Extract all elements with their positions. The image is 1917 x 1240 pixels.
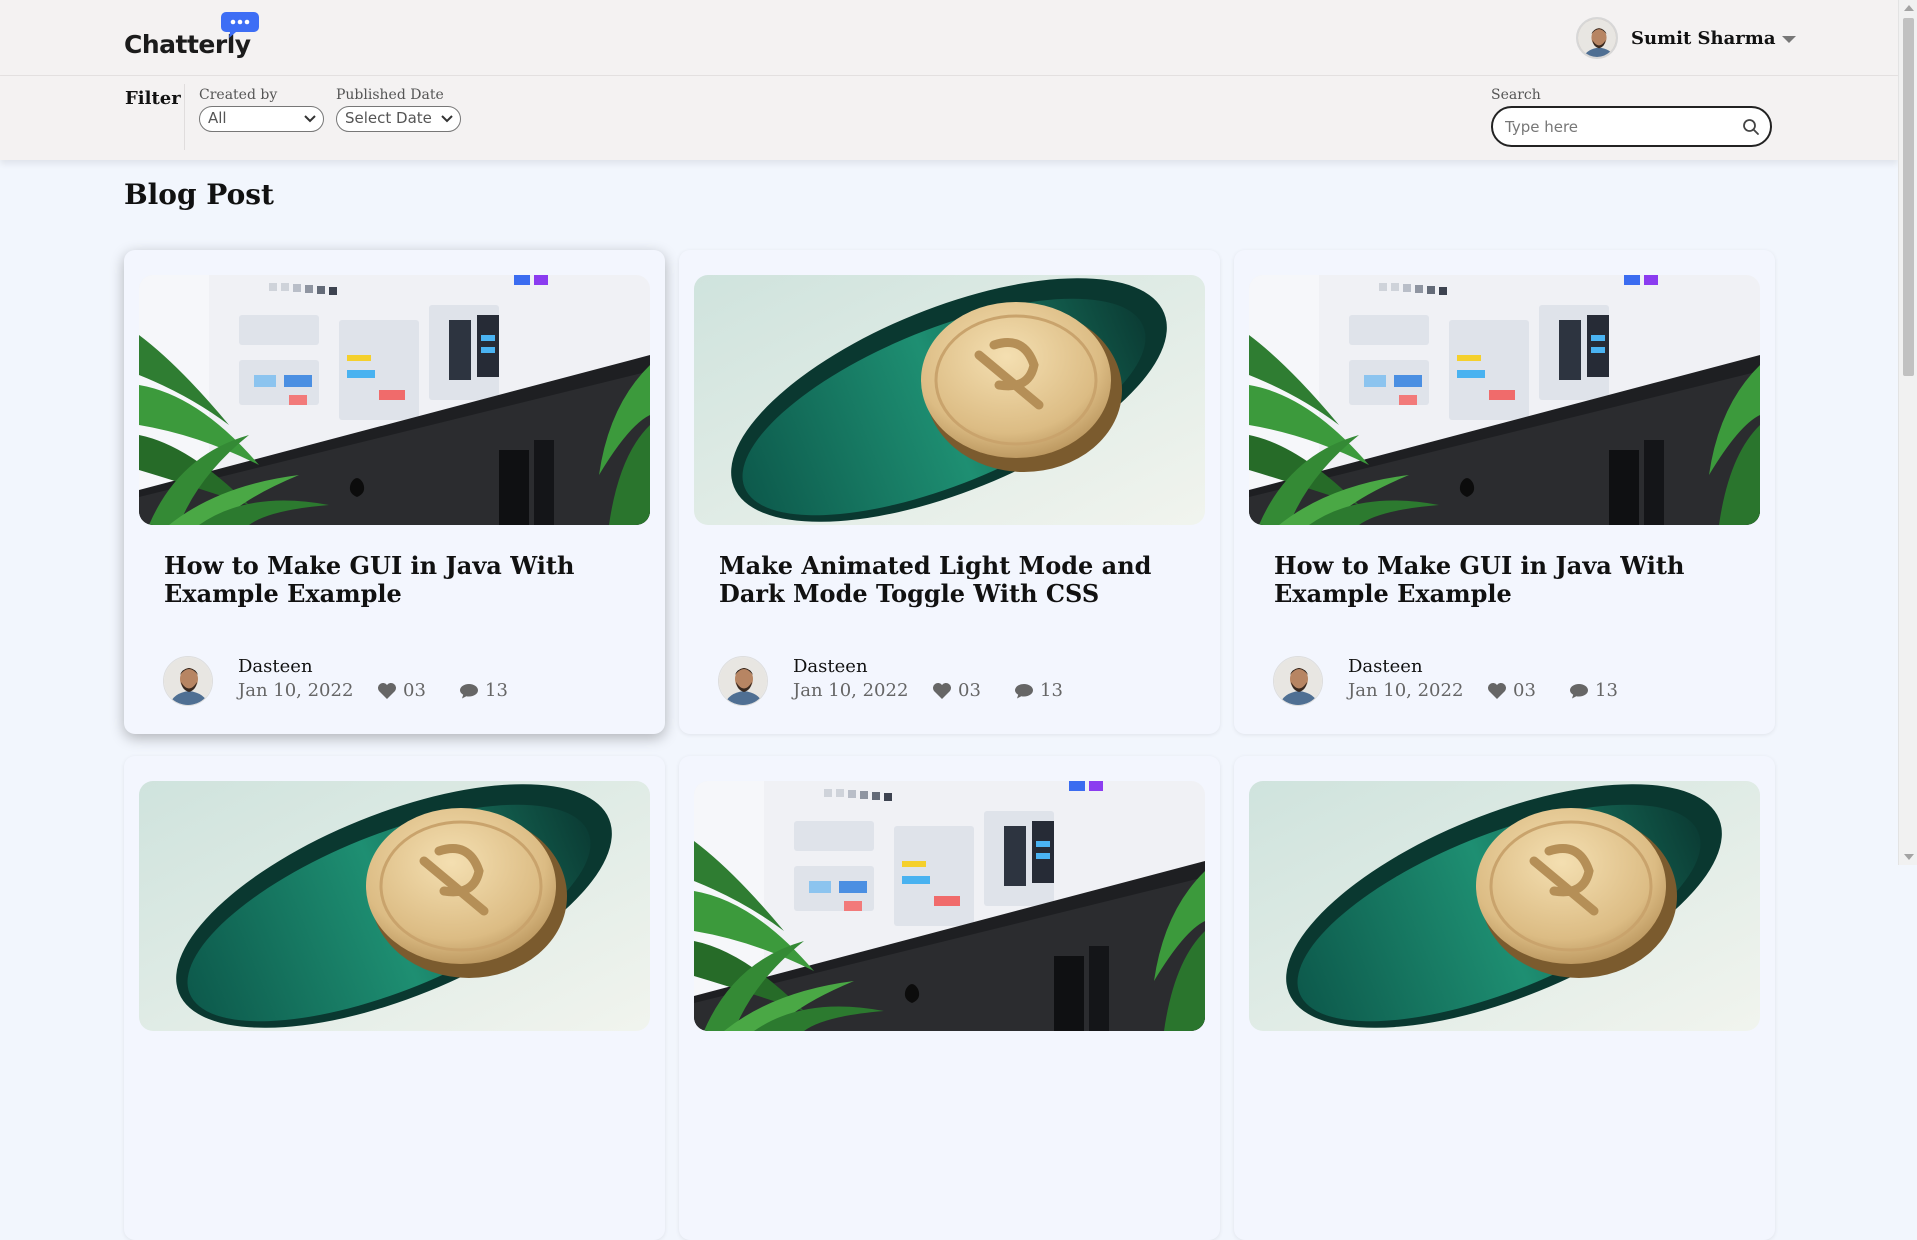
filter-title: Filter bbox=[125, 88, 181, 109]
comments-count: 13 bbox=[485, 680, 508, 701]
created-by-value: All bbox=[208, 109, 227, 127]
comments-count: 13 bbox=[1040, 680, 1063, 701]
blog-post-card[interactable]: Make Animated Light Mode and Dark Mode T… bbox=[679, 250, 1220, 734]
blog-post-image[interactable] bbox=[1249, 781, 1760, 1031]
blog-post-title[interactable]: How to Make GUI in Java With Example Exa… bbox=[164, 552, 634, 608]
likes-count-group[interactable]: 03 bbox=[1487, 680, 1536, 701]
published-date-label: Published Date bbox=[336, 87, 444, 103]
scroll-down-arrow-icon[interactable] bbox=[1904, 854, 1914, 860]
comments-count-group[interactable]: 13 bbox=[1569, 680, 1618, 701]
page-title: Blog Post bbox=[124, 178, 274, 211]
blog-post-image[interactable] bbox=[694, 275, 1205, 525]
heart-icon[interactable] bbox=[1487, 682, 1507, 700]
filter-bar: Filter Created by All Published Date Sel… bbox=[0, 76, 1898, 160]
comment-icon[interactable] bbox=[1569, 682, 1589, 700]
likes-count-group[interactable]: 03 bbox=[377, 680, 426, 701]
blog-post-image[interactable] bbox=[1249, 275, 1760, 525]
blog-post-card[interactable]: How to Make GUI in Java With Example Exa… bbox=[124, 250, 665, 734]
likes-count: 03 bbox=[958, 680, 981, 701]
comment-icon[interactable] bbox=[459, 682, 479, 700]
user-menu[interactable]: Sumit Sharma bbox=[1576, 17, 1796, 59]
author-name: Dasteen bbox=[793, 656, 868, 677]
author-avatar bbox=[1273, 656, 1323, 706]
comments-count-group[interactable]: 13 bbox=[1014, 680, 1063, 701]
blog-post-card[interactable]: How to Make GUI in Java With Example Exa… bbox=[1234, 250, 1775, 734]
blog-post-image[interactable] bbox=[139, 781, 650, 1031]
likes-count: 03 bbox=[1513, 680, 1536, 701]
page-scrollbar[interactable] bbox=[1898, 0, 1917, 865]
search-label: Search bbox=[1491, 87, 1541, 103]
filter-divider bbox=[184, 84, 185, 150]
blog-post-image[interactable] bbox=[139, 275, 650, 525]
published-date-value: Select Date bbox=[345, 109, 432, 127]
comments-count: 13 bbox=[1595, 680, 1618, 701]
top-header: Chatterly Sumit Sharma bbox=[0, 0, 1898, 76]
blog-post-title[interactable]: How to Make GUI in Java With Example Exa… bbox=[1274, 552, 1744, 608]
created-by-label: Created by bbox=[199, 87, 278, 103]
comments-count-group[interactable]: 13 bbox=[459, 680, 508, 701]
post-date: Jan 10, 2022 bbox=[238, 680, 354, 701]
search-input[interactable] bbox=[1503, 116, 1723, 138]
user-name[interactable]: Sumit Sharma bbox=[1631, 28, 1776, 49]
author-avatar bbox=[718, 656, 768, 706]
search-icon[interactable] bbox=[1742, 118, 1760, 136]
created-by-select[interactable]: All bbox=[199, 106, 324, 132]
blog-post-image[interactable] bbox=[694, 781, 1205, 1031]
likes-count-group[interactable]: 03 bbox=[932, 680, 981, 701]
search-box[interactable] bbox=[1491, 106, 1772, 147]
scroll-thumb[interactable] bbox=[1903, 18, 1914, 376]
chevron-down-icon bbox=[441, 115, 453, 123]
author-name: Dasteen bbox=[238, 656, 313, 677]
published-date-select[interactable]: Select Date bbox=[336, 106, 461, 132]
blog-post-title[interactable]: Make Animated Light Mode and Dark Mode T… bbox=[719, 552, 1189, 608]
app-logo[interactable]: Chatterly bbox=[124, 10, 264, 62]
blog-post-card[interactable] bbox=[124, 756, 665, 1240]
heart-icon[interactable] bbox=[932, 682, 952, 700]
likes-count: 03 bbox=[403, 680, 426, 701]
chat-bubble-logo-icon bbox=[221, 12, 259, 38]
author-name: Dasteen bbox=[1348, 656, 1423, 677]
scroll-up-arrow-icon[interactable] bbox=[1904, 5, 1914, 11]
blog-post-card[interactable] bbox=[1234, 756, 1775, 1240]
post-date: Jan 10, 2022 bbox=[793, 680, 909, 701]
user-avatar[interactable] bbox=[1576, 17, 1618, 59]
blog-post-card[interactable] bbox=[679, 756, 1220, 1240]
chevron-down-icon bbox=[304, 115, 316, 123]
caret-down-icon[interactable] bbox=[1781, 36, 1796, 43]
post-date: Jan 10, 2022 bbox=[1348, 680, 1464, 701]
author-avatar bbox=[163, 656, 213, 706]
comment-icon[interactable] bbox=[1014, 682, 1034, 700]
heart-icon[interactable] bbox=[377, 682, 397, 700]
